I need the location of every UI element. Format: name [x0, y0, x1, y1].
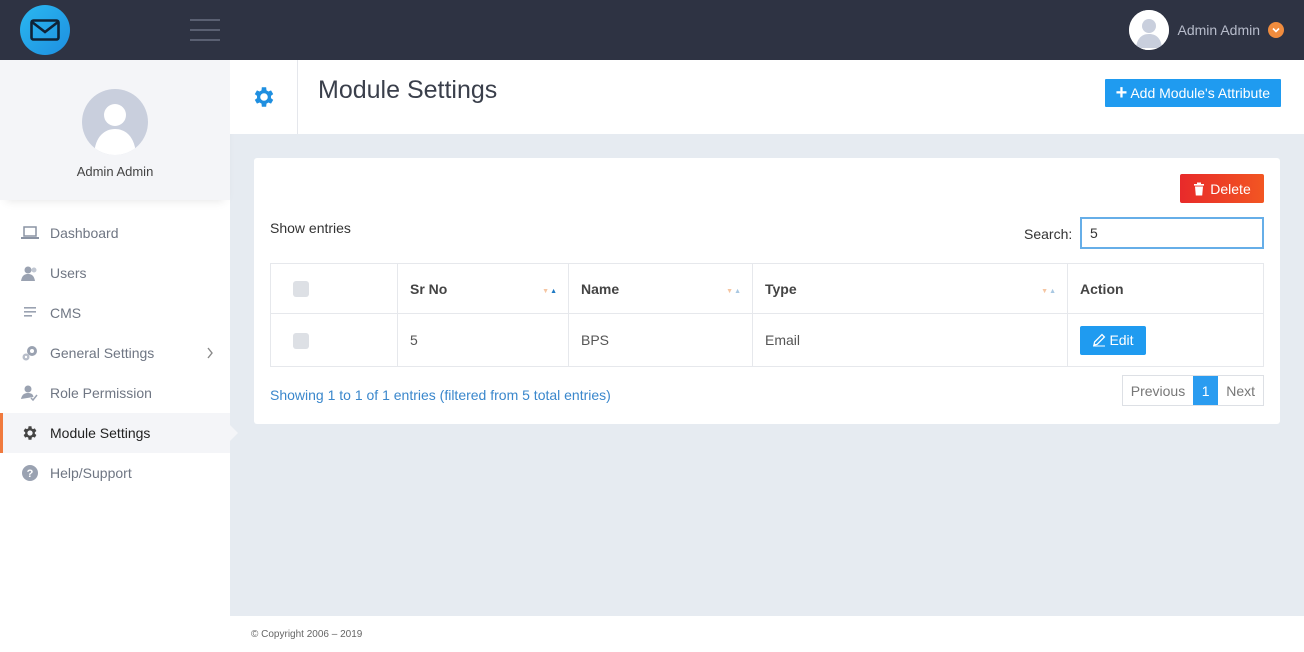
sidebar-item-role-permission[interactable]: Role Permission — [0, 373, 230, 413]
sidebar-item-users[interactable]: Users — [0, 253, 230, 293]
pagination: Previous 1 Next — [1121, 375, 1264, 406]
page-title: Module Settings — [318, 76, 498, 104]
top-bar: Admin Admin — [0, 0, 1304, 60]
page-header: Module Settings + Add Module's Attribute — [230, 60, 1304, 134]
document-lines-icon — [20, 303, 40, 323]
search-input[interactable] — [1080, 217, 1264, 249]
col-header-label: Action — [1080, 280, 1124, 297]
sidebar-item-label: Dashboard — [50, 225, 119, 241]
sort-icon: ▼▲ — [1041, 288, 1057, 295]
row-checkbox[interactable] — [293, 332, 309, 349]
sidebar-item-module-settings[interactable]: Module Settings — [0, 413, 238, 453]
profile-name: Admin Admin — [76, 164, 154, 179]
laptop-icon — [20, 223, 40, 243]
avatar — [82, 89, 148, 155]
question-icon: ? — [20, 463, 40, 483]
sidebar-item-label: Role Permission — [50, 385, 152, 401]
col-header-label: Type — [765, 280, 797, 297]
sidebar: Admin Admin Dashboard Users CMS General … — [0, 60, 238, 652]
gear-icon — [20, 423, 40, 443]
sidebar-item-help-support[interactable]: ? Help/Support — [0, 453, 230, 493]
copyright-text: © Copyright 2006 – 2019 — [251, 629, 363, 640]
sidebar-item-label: General Settings — [50, 345, 155, 361]
add-button-label: Add Module's Attribute — [1130, 85, 1270, 101]
sidebar-item-label: Users — [50, 265, 87, 281]
edit-button[interactable]: Edit — [1080, 325, 1146, 355]
sort-icon: ▼▲ — [726, 288, 742, 295]
hamburger-menu-icon[interactable] — [190, 19, 220, 41]
cell-type: Email — [752, 313, 1068, 367]
page-1-button[interactable]: 1 — [1193, 376, 1219, 405]
sidebar-item-general-settings[interactable]: General Settings — [0, 333, 230, 373]
col-type[interactable]: Type ▼▲ — [752, 263, 1068, 314]
users-icon — [20, 263, 40, 283]
edit-label: Edit — [1109, 332, 1134, 348]
gear-icon — [230, 60, 298, 134]
profile-panel: Admin Admin — [0, 60, 230, 200]
delete-button[interactable]: Delete — [1180, 174, 1264, 203]
plus-icon: + — [1115, 82, 1128, 104]
previous-button[interactable]: Previous — [1123, 376, 1193, 405]
sidebar-item-label: Module Settings — [50, 425, 151, 441]
chevron-down-icon[interactable] — [1268, 22, 1284, 38]
sidebar-item-label: CMS — [50, 305, 82, 321]
next-button[interactable]: Next — [1218, 376, 1263, 405]
footer: © Copyright 2006 – 2019 — [230, 616, 1304, 652]
col-header-label: Name — [581, 280, 620, 297]
table-info: Showing 1 to 1 of 1 entries (filtered fr… — [270, 387, 611, 403]
pencil-icon — [1093, 333, 1106, 347]
svg-text:?: ? — [27, 468, 34, 480]
cell-name: BPS — [568, 313, 753, 367]
table-header-row: Sr No ▼▲ Name ▼▲ Type ▼▲ Action — [270, 263, 1264, 314]
select-all-checkbox[interactable] — [293, 281, 309, 298]
module-table: Sr No ▼▲ Name ▼▲ Type ▼▲ Action 5 BPS Em… — [270, 263, 1264, 367]
content-card: Delete Show entries Search: Sr No ▼▲ Nam… — [254, 158, 1280, 424]
col-action: Action — [1067, 263, 1264, 314]
show-entries-label: Show entries — [270, 220, 351, 236]
chevron-right-icon — [206, 346, 214, 362]
avatar — [1128, 10, 1169, 50]
table-row: 5 BPS Email Edit — [270, 313, 1264, 367]
mail-logo-icon[interactable] — [20, 5, 70, 55]
row-select-cell — [270, 313, 398, 367]
search-label: Search: — [1024, 226, 1073, 242]
user-name[interactable]: Admin Admin — [1178, 22, 1260, 38]
sort-icon: ▼▲ — [542, 288, 558, 295]
gears-icon — [20, 343, 40, 363]
delete-label: Delete — [1210, 180, 1251, 197]
sidebar-item-cms[interactable]: CMS — [0, 293, 230, 333]
select-all-header — [270, 263, 398, 314]
user-menu[interactable]: Admin Admin — [1128, 10, 1284, 50]
user-check-icon — [20, 383, 40, 403]
cell-action: Edit — [1067, 313, 1264, 367]
trash-icon — [1194, 182, 1205, 195]
sidebar-nav: Dashboard Users CMS General Settings Rol… — [0, 213, 238, 493]
col-sr-no[interactable]: Sr No ▼▲ — [397, 263, 569, 314]
add-module-attribute-button[interactable]: + Add Module's Attribute — [1104, 79, 1281, 107]
col-name[interactable]: Name ▼▲ — [568, 263, 753, 314]
col-header-label: Sr No — [410, 280, 448, 297]
cell-sr-no: 5 — [397, 313, 569, 367]
sidebar-item-dashboard[interactable]: Dashboard — [0, 213, 230, 253]
sidebar-item-label: Help/Support — [50, 465, 132, 481]
